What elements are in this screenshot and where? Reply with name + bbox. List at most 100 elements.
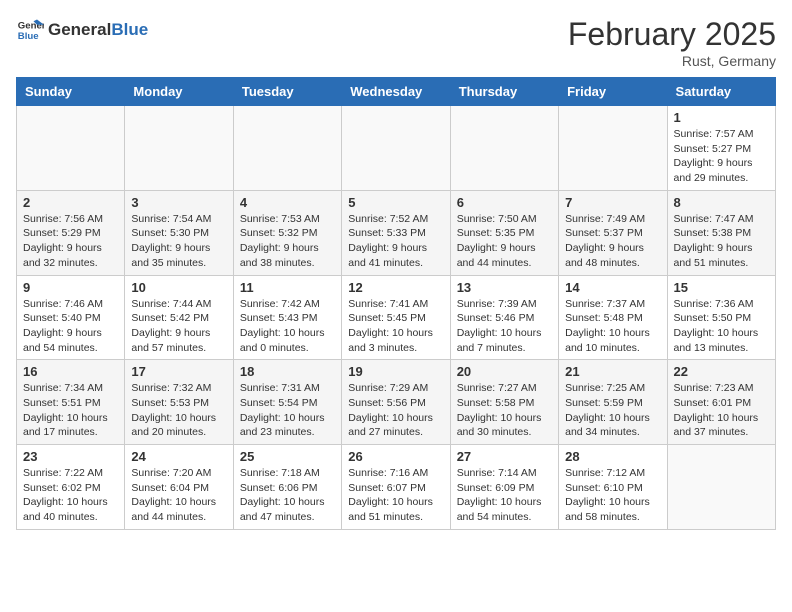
header-thursday: Thursday	[450, 78, 558, 106]
calendar-cell: 21 Sunrise: 7:25 AM Sunset: 5:59 PM Dayli…	[559, 360, 667, 445]
calendar-cell: 9Sunrise: 7:46 AM Sunset: 5:40 PM Daylig…	[17, 275, 125, 360]
day-info: Sunrise: 7:50 AM Sunset: 5:35 PM Dayligh…	[457, 212, 552, 271]
day-number: 25	[240, 449, 335, 464]
day-info: Sunrise: 7:18 AM Sunset: 6:06 PM Dayligh…	[240, 466, 335, 525]
day-number: 28	[565, 449, 660, 464]
day-info: Sunrise: 7:44 AM Sunset: 5:42 PM Dayligh…	[131, 297, 226, 356]
header-saturday: Saturday	[667, 78, 775, 106]
day-number: 8	[674, 195, 769, 210]
logo: General Blue General Blue	[16, 16, 148, 44]
header-monday: Monday	[125, 78, 233, 106]
calendar-week-row: 9Sunrise: 7:46 AM Sunset: 5:40 PM Daylig…	[17, 275, 776, 360]
calendar-cell: 18 Sunrise: 7:31 AM Sunset: 5:54 PM Dayli…	[233, 360, 341, 445]
logo-blue: Blue	[111, 20, 148, 40]
day-info: Sunrise: 7:34 AM Sunset: 5:51 PM Dayligh…	[23, 381, 118, 440]
header-wednesday: Wednesday	[342, 78, 450, 106]
calendar-cell: 16 Sunrise: 7:34 AM Sunset: 5:51 PM Dayli…	[17, 360, 125, 445]
day-number: 24	[131, 449, 226, 464]
calendar-cell: 10 Sunrise: 7:44 AM Sunset: 5:42 PM Dayli…	[125, 275, 233, 360]
day-number: 4	[240, 195, 335, 210]
day-info: Sunrise: 7:22 AM Sunset: 6:02 PM Dayligh…	[23, 466, 118, 525]
day-info: Sunrise: 7:20 AM Sunset: 6:04 PM Dayligh…	[131, 466, 226, 525]
calendar-cell: 5 Sunrise: 7:52 AM Sunset: 5:33 PM Daylig…	[342, 190, 450, 275]
day-info: Sunrise: 7:16 AM Sunset: 6:07 PM Dayligh…	[348, 466, 443, 525]
calendar-cell: 24 Sunrise: 7:20 AM Sunset: 6:04 PM Dayli…	[125, 445, 233, 530]
day-info: Sunrise: 7:27 AM Sunset: 5:58 PM Dayligh…	[457, 381, 552, 440]
day-number: 17	[131, 364, 226, 379]
calendar-cell: 12 Sunrise: 7:41 AM Sunset: 5:45 PM Dayli…	[342, 275, 450, 360]
day-number: 12	[348, 280, 443, 295]
header-sunday: Sunday	[17, 78, 125, 106]
calendar-cell: 27 Sunrise: 7:14 AM Sunset: 6:09 PM Dayli…	[450, 445, 558, 530]
calendar-week-row: 23 Sunrise: 7:22 AM Sunset: 6:02 PM Dayli…	[17, 445, 776, 530]
day-info: Sunrise: 7:39 AM Sunset: 5:46 PM Dayligh…	[457, 297, 552, 356]
day-info: Sunrise: 7:23 AM Sunset: 6:01 PM Dayligh…	[674, 381, 769, 440]
calendar-week-row: 2Sunrise: 7:56 AM Sunset: 5:29 PM Daylig…	[17, 190, 776, 275]
day-number: 7	[565, 195, 660, 210]
day-number: 1	[674, 110, 769, 125]
calendar-cell: 19Sunrise: 7:29 AM Sunset: 5:56 PM Dayli…	[342, 360, 450, 445]
day-info: Sunrise: 7:25 AM Sunset: 5:59 PM Dayligh…	[565, 381, 660, 440]
calendar-cell: 1 Sunrise: 7:57 AM Sunset: 5:27 PM Daylig…	[667, 106, 775, 191]
header-tuesday: Tuesday	[233, 78, 341, 106]
calendar-cell: 11 Sunrise: 7:42 AM Sunset: 5:43 PM Dayli…	[233, 275, 341, 360]
day-info: Sunrise: 7:37 AM Sunset: 5:48 PM Dayligh…	[565, 297, 660, 356]
calendar-cell: 28 Sunrise: 7:12 AM Sunset: 6:10 PM Dayli…	[559, 445, 667, 530]
day-number: 27	[457, 449, 552, 464]
day-info: Sunrise: 7:47 AM Sunset: 5:38 PM Dayligh…	[674, 212, 769, 271]
calendar-cell: 8 Sunrise: 7:47 AM Sunset: 5:38 PM Daylig…	[667, 190, 775, 275]
day-number: 5	[348, 195, 443, 210]
calendar-cell: 20Sunrise: 7:27 AM Sunset: 5:58 PM Dayli…	[450, 360, 558, 445]
day-number: 19	[348, 364, 443, 379]
calendar-cell: 26 Sunrise: 7:16 AM Sunset: 6:07 PM Dayli…	[342, 445, 450, 530]
calendar-cell: 25 Sunrise: 7:18 AM Sunset: 6:06 PM Dayli…	[233, 445, 341, 530]
calendar-cell: 13 Sunrise: 7:39 AM Sunset: 5:46 PM Dayli…	[450, 275, 558, 360]
day-number: 13	[457, 280, 552, 295]
day-number: 3	[131, 195, 226, 210]
calendar-cell: 2Sunrise: 7:56 AM Sunset: 5:29 PM Daylig…	[17, 190, 125, 275]
calendar-cell	[17, 106, 125, 191]
calendar-cell: 6 Sunrise: 7:50 AM Sunset: 5:35 PM Daylig…	[450, 190, 558, 275]
day-number: 21	[565, 364, 660, 379]
day-number: 6	[457, 195, 552, 210]
svg-text:Blue: Blue	[18, 31, 39, 42]
calendar-cell: 7 Sunrise: 7:49 AM Sunset: 5:37 PM Daylig…	[559, 190, 667, 275]
calendar-cell: 15Sunrise: 7:36 AM Sunset: 5:50 PM Dayli…	[667, 275, 775, 360]
day-info: Sunrise: 7:56 AM Sunset: 5:29 PM Dayligh…	[23, 212, 118, 271]
calendar-cell: 14 Sunrise: 7:37 AM Sunset: 5:48 PM Dayli…	[559, 275, 667, 360]
day-info: Sunrise: 7:52 AM Sunset: 5:33 PM Dayligh…	[348, 212, 443, 271]
day-number: 22	[674, 364, 769, 379]
day-number: 16	[23, 364, 118, 379]
calendar-week-row: 1 Sunrise: 7:57 AM Sunset: 5:27 PM Daylig…	[17, 106, 776, 191]
calendar-cell	[667, 445, 775, 530]
calendar-cell	[125, 106, 233, 191]
day-number: 14	[565, 280, 660, 295]
day-info: Sunrise: 7:57 AM Sunset: 5:27 PM Dayligh…	[674, 127, 769, 186]
calendar-cell: 23 Sunrise: 7:22 AM Sunset: 6:02 PM Dayli…	[17, 445, 125, 530]
calendar-table: SundayMondayTuesdayWednesdayThursdayFrid…	[16, 77, 776, 530]
day-info: Sunrise: 7:54 AM Sunset: 5:30 PM Dayligh…	[131, 212, 226, 271]
day-info: Sunrise: 7:41 AM Sunset: 5:45 PM Dayligh…	[348, 297, 443, 356]
calendar-header-row: SundayMondayTuesdayWednesdayThursdayFrid…	[17, 78, 776, 106]
calendar-cell: 17 Sunrise: 7:32 AM Sunset: 5:53 PM Dayli…	[125, 360, 233, 445]
day-number: 18	[240, 364, 335, 379]
day-info: Sunrise: 7:32 AM Sunset: 5:53 PM Dayligh…	[131, 381, 226, 440]
day-info: Sunrise: 7:49 AM Sunset: 5:37 PM Dayligh…	[565, 212, 660, 271]
day-info: Sunrise: 7:42 AM Sunset: 5:43 PM Dayligh…	[240, 297, 335, 356]
month-title: February 2025	[568, 16, 776, 53]
calendar-cell: 3 Sunrise: 7:54 AM Sunset: 5:30 PM Daylig…	[125, 190, 233, 275]
header-friday: Friday	[559, 78, 667, 106]
calendar-cell	[559, 106, 667, 191]
day-number: 23	[23, 449, 118, 464]
day-info: Sunrise: 7:12 AM Sunset: 6:10 PM Dayligh…	[565, 466, 660, 525]
page-header: General Blue General Blue February 2025 …	[16, 16, 776, 69]
calendar-cell	[233, 106, 341, 191]
day-number: 10	[131, 280, 226, 295]
logo-general: General	[48, 20, 111, 40]
calendar-cell	[450, 106, 558, 191]
day-number: 11	[240, 280, 335, 295]
day-info: Sunrise: 7:31 AM Sunset: 5:54 PM Dayligh…	[240, 381, 335, 440]
logo-icon: General Blue	[16, 16, 44, 44]
day-number: 26	[348, 449, 443, 464]
day-info: Sunrise: 7:14 AM Sunset: 6:09 PM Dayligh…	[457, 466, 552, 525]
